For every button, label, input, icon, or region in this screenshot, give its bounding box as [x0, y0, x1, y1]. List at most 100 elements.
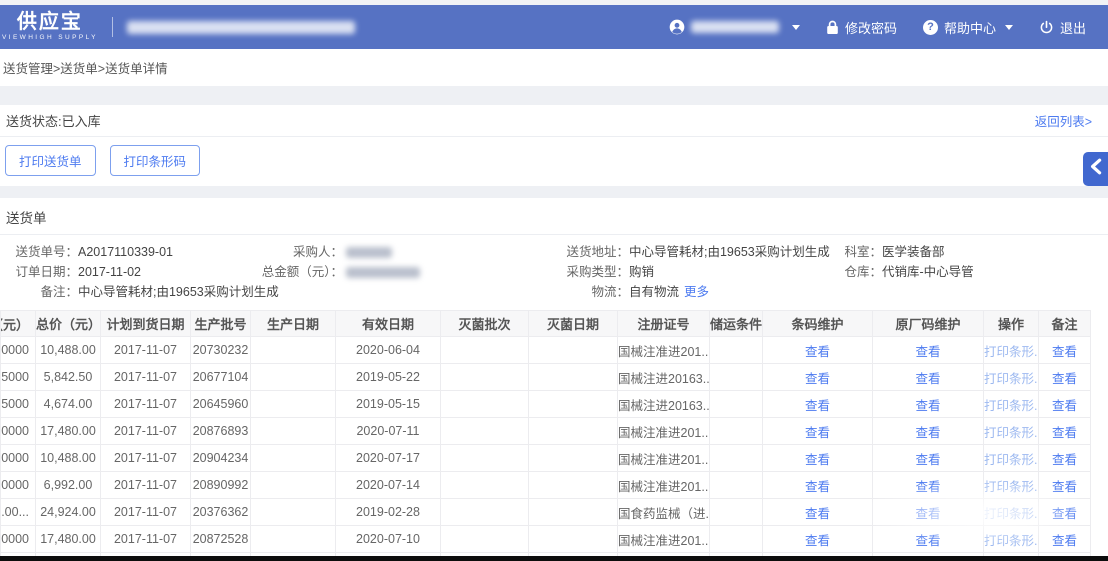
cell-production-date [251, 526, 336, 553]
col-header-production-batch-no: 生产批号 [191, 311, 251, 337]
cell-sterilization-batch [441, 472, 529, 499]
logistics-more-link[interactable]: 更多 [684, 285, 709, 299]
remark-link[interactable]: 查看 [1052, 372, 1077, 386]
barcode-maintenance-link[interactable]: 查看 [805, 399, 830, 413]
cell-barcode-maintenance: 查看 [763, 364, 873, 391]
buyer-value-redacted [346, 247, 392, 258]
col-header-registration-cert-no: 注册证号 [618, 311, 710, 337]
cell-production-date [251, 499, 336, 526]
remark-link[interactable]: 查看 [1052, 345, 1077, 359]
cell-factory-code-maintenance: 查看 [873, 364, 984, 391]
cell-storage-condition [710, 472, 763, 499]
chevron-down-icon [1005, 25, 1013, 30]
factory-code-maintenance-link[interactable]: 查看 [915, 372, 940, 386]
operation-link[interactable]: 打印条形... [984, 399, 1039, 413]
cell-expiry-date: 2019-05-15 [336, 391, 441, 418]
cell-unit-price-partial: 6.0000 [1, 337, 36, 364]
cell-total-price: 10,488.00 [36, 337, 101, 364]
cell-operation: 打印条形... [984, 445, 1039, 472]
factory-code-maintenance-link[interactable]: 查看 [915, 480, 940, 494]
change-password-label: 修改密码 [845, 18, 897, 37]
cell-planned-arrival-date: 2017-11-07 [101, 391, 191, 418]
cell-sterilization-batch [441, 337, 529, 364]
factory-code-maintenance-link[interactable]: 查看 [915, 453, 940, 467]
factory-code-maintenance-link[interactable]: 查看 [915, 534, 940, 548]
remark-link[interactable]: 查看 [1052, 426, 1077, 440]
factory-code-maintenance-link[interactable]: 查看 [915, 426, 940, 440]
factory-code-maintenance-link[interactable]: 查看 [915, 507, 940, 521]
remark-link[interactable]: 查看 [1052, 507, 1077, 521]
table-row: 6.000010,488.002017-11-07209042342020-07… [1, 445, 1091, 472]
help-icon: ? [923, 20, 938, 35]
barcode-maintenance-link[interactable]: 查看 [805, 453, 830, 467]
operation-link[interactable]: 打印条形... [984, 534, 1039, 548]
cell-registration-cert-no: 国械注准进201... [618, 472, 710, 499]
cell-storage-condition [710, 391, 763, 418]
cell-barcode-maintenance: 查看 [763, 472, 873, 499]
remark-link[interactable]: 查看 [1052, 453, 1077, 467]
change-password-button[interactable]: 修改密码 [826, 18, 897, 37]
operation-link[interactable]: 打印条形... [984, 480, 1039, 494]
barcode-maintenance-link[interactable]: 查看 [805, 480, 830, 494]
delivery-detail-grid: 送货单号：A2017110339-01 采购人： 送货地址：中心导管耗材;由19… [0, 235, 1108, 306]
logout-label: 退出 [1060, 18, 1086, 37]
barcode-maintenance-link[interactable]: 查看 [805, 426, 830, 440]
barcode-maintenance-link[interactable]: 查看 [805, 534, 830, 548]
remark-link[interactable]: 查看 [1052, 534, 1077, 548]
factory-code-maintenance-link[interactable]: 查看 [915, 345, 940, 359]
cell-registration-cert-no: 国械注进20163... [618, 364, 710, 391]
cell-barcode-maintenance: 查看 [763, 499, 873, 526]
power-icon [1039, 20, 1054, 35]
remark-link[interactable]: 查看 [1052, 480, 1077, 494]
field-delivery-address: 送货地址：中心导管耗材;由19653采购计划生成 [557, 242, 834, 262]
operation-link[interactable]: 打印条形... [984, 453, 1039, 467]
cell-unit-price-partial: 2.00... [1, 499, 36, 526]
cell-barcode-maintenance: 查看 [763, 526, 873, 553]
cell-production-date [251, 364, 336, 391]
cell-planned-arrival-date: 2017-11-07 [101, 364, 191, 391]
operation-link[interactable]: 打印条形... [984, 507, 1039, 521]
cell-expiry-date: 2020-06-04 [336, 337, 441, 364]
cell-factory-code-maintenance: 查看 [873, 418, 984, 445]
user-menu[interactable] [669, 19, 800, 35]
cell-barcode-maintenance: 查看 [763, 337, 873, 364]
factory-code-maintenance-link[interactable]: 查看 [915, 399, 940, 413]
print-delivery-note-button[interactable]: 打印送货单 [5, 145, 96, 176]
cell-production-batch-no: 20677104 [191, 364, 251, 391]
logout-button[interactable]: 退出 [1039, 18, 1086, 37]
help-center-menu[interactable]: ? 帮助中心 [923, 18, 1013, 37]
cell-expiry-date: 2020-07-11 [336, 418, 441, 445]
cell-sterilization-batch [441, 364, 529, 391]
cell-registration-cert-no: 国食药监械（进... [618, 499, 710, 526]
barcode-maintenance-link[interactable]: 查看 [805, 345, 830, 359]
brand: 供应宝 VIEWHIGH SUPPLY [2, 12, 355, 42]
cell-unit-price-partial: 6.0000 [1, 472, 36, 499]
table-row: 8.50005,842.502017-11-07206771042019-05-… [1, 364, 1091, 391]
barcode-maintenance-link[interactable]: 查看 [805, 372, 830, 386]
remark-link[interactable]: 查看 [1052, 399, 1077, 413]
cell-sterilization-batch [441, 418, 529, 445]
help-center-label: 帮助中心 [944, 18, 996, 37]
col-header-unit-price-partial: （元） [1, 311, 36, 337]
operation-link[interactable]: 打印条形... [984, 345, 1039, 359]
cell-unit-price-partial: 6.0000 [1, 526, 36, 553]
total-amount-value-redacted [346, 267, 420, 278]
cell-planned-arrival-date: 2017-11-07 [101, 445, 191, 472]
operation-link[interactable]: 打印条形... [984, 372, 1039, 386]
barcode-maintenance-link[interactable]: 查看 [805, 507, 830, 521]
print-barcode-button[interactable]: 打印条形码 [110, 145, 201, 176]
cell-total-price: 10,488.00 [36, 445, 101, 472]
lock-icon [826, 20, 839, 35]
breadcrumb[interactable]: 送货管理>送货单>送货单详情 [0, 49, 1108, 86]
cell-sterilization-batch [441, 445, 529, 472]
operation-link[interactable]: 打印条形... [984, 426, 1039, 440]
cell-storage-condition [710, 499, 763, 526]
cell-production-date [251, 418, 336, 445]
logo-title: 供应宝 [2, 12, 98, 32]
cell-total-price: 5,842.50 [36, 364, 101, 391]
collapse-side-tab[interactable] [1083, 152, 1108, 186]
back-to-list-link[interactable]: 返回列表> [1035, 111, 1092, 130]
table-header: （元）总价（元）计划到货日期生产批号生产日期有效日期灭菌批次灭菌日期注册证号储运… [1, 311, 1091, 337]
col-header-planned-arrival-date: 计划到货日期 [101, 311, 191, 337]
cell-factory-code-maintenance: 查看 [873, 526, 984, 553]
